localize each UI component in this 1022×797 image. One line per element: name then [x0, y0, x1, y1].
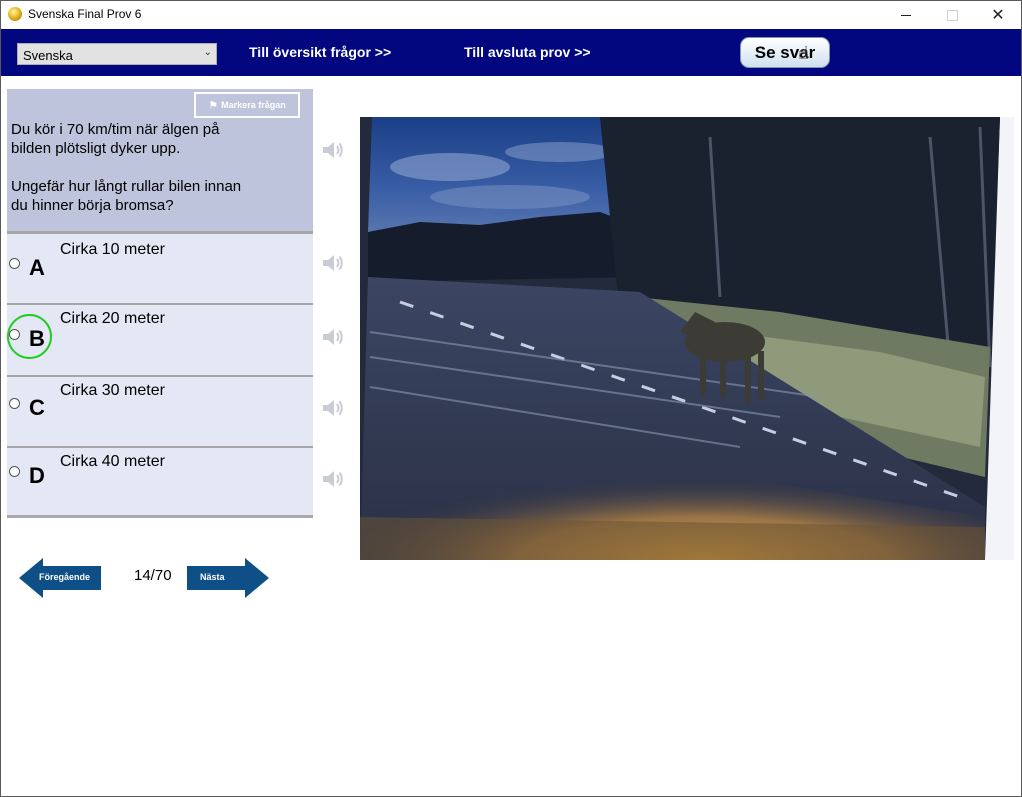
see-answer-button[interactable]: Se svar: [740, 37, 830, 68]
answer-option-d[interactable]: D Cirka 40 meter: [7, 448, 313, 516]
next-button[interactable]: [187, 558, 269, 598]
maximize-button[interactable]: [929, 1, 975, 29]
hand-cursor-icon: ☝: [798, 43, 809, 64]
answer-letter: D: [29, 463, 45, 488]
question-counter: 14/70: [134, 567, 172, 584]
title-bar: Svenska Final Prov 6 ✕: [1, 1, 1021, 29]
mark-question-button[interactable]: ⚑ Markera frågan: [194, 92, 300, 118]
top-toolbar: Svenska ⌄ Till översikt frågor >> Till a…: [1, 29, 1021, 76]
answer-radio-a[interactable]: [9, 258, 20, 269]
speaker-icon[interactable]: [321, 396, 345, 420]
minimize-button[interactable]: [883, 1, 929, 29]
answer-letter: C: [29, 395, 45, 420]
answer-radio-c[interactable]: [9, 398, 20, 409]
question-text-line: du hinner börja bromsa?: [11, 197, 174, 214]
close-icon: ✕: [991, 5, 1005, 24]
question-text-line: bilden plötsligt dyker upp.: [11, 140, 181, 157]
speaker-icon[interactable]: [321, 138, 345, 162]
answer-text: Cirka 10 meter: [60, 241, 165, 258]
question-text-line: Ungefär hur långt rullar bilen innan: [11, 178, 242, 195]
question-panel: ⚑ Markera frågan Du kör i 70 km/tim när …: [7, 89, 313, 231]
minimize-icon: [901, 14, 911, 16]
language-select[interactable]: Svenska ⌄: [17, 43, 217, 65]
answer-text: Cirka 30 meter: [60, 382, 165, 399]
question-photo: [360, 117, 1014, 560]
answer-option-a[interactable]: A Cirka 10 meter: [7, 234, 313, 303]
mark-question-label: Markera frågan: [221, 100, 286, 110]
answer-radio-d[interactable]: [9, 466, 20, 477]
maximize-icon: [946, 9, 958, 21]
answer-letter: B: [29, 326, 45, 351]
chevron-down-icon: ⌄: [203, 47, 212, 58]
answer-letter: A: [29, 255, 45, 280]
moose-road-scene: [360, 117, 1014, 560]
speaker-icon[interactable]: [321, 251, 345, 275]
answer-option-b[interactable]: B Cirka 20 meter: [7, 305, 313, 375]
language-select-value: Svenska: [23, 48, 73, 63]
overview-questions-link[interactable]: Till översikt frågor >>: [249, 44, 391, 60]
speaker-icon[interactable]: [321, 325, 345, 349]
finish-exam-link[interactable]: Till avsluta prov >>: [464, 44, 591, 60]
answer-text: Cirka 20 meter: [60, 310, 165, 327]
coin-icon: [8, 7, 22, 21]
previous-button[interactable]: [19, 558, 101, 598]
answer-radio-b[interactable]: [9, 329, 20, 340]
answer-text: Cirka 40 meter: [60, 453, 165, 470]
question-text-line: Du kör i 70 km/tim när älgen på: [11, 121, 220, 138]
window-title: Svenska Final Prov 6: [28, 7, 142, 21]
flag-icon: ⚑: [208, 98, 219, 112]
app-window: Svenska Final Prov 6 ✕ Svenska ⌄ Till öv…: [0, 0, 1022, 797]
close-button[interactable]: ✕: [975, 1, 1021, 29]
divider: [7, 515, 313, 518]
speaker-icon[interactable]: [321, 467, 345, 491]
answer-option-c[interactable]: C Cirka 30 meter: [7, 377, 313, 446]
